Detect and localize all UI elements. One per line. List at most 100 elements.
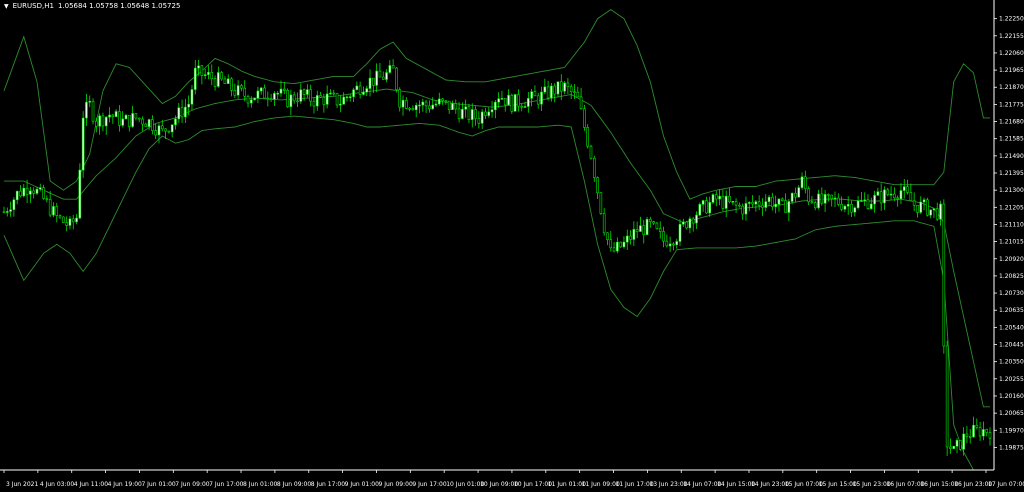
candle-body bbox=[38, 187, 42, 190]
candle-body bbox=[658, 228, 662, 232]
x-tick-label: 8 Jun 09:00 bbox=[277, 481, 311, 488]
candle-body bbox=[876, 191, 880, 196]
candle-body bbox=[160, 125, 164, 130]
candle-body bbox=[853, 207, 857, 213]
candle-body bbox=[447, 100, 451, 111]
candle-body bbox=[395, 67, 398, 90]
candle-body bbox=[223, 78, 227, 84]
candle-body bbox=[955, 440, 959, 447]
candle-body bbox=[968, 436, 972, 438]
candle-body bbox=[391, 65, 395, 69]
x-tick-label: 8 Jun 17:00 bbox=[311, 481, 345, 488]
candle-body bbox=[543, 86, 547, 93]
x-tick-label: 7 Jun 01:00 bbox=[141, 481, 175, 488]
dropdown-arrow-icon[interactable]: ▼ bbox=[4, 3, 9, 10]
candle-body bbox=[668, 243, 672, 247]
candle-body bbox=[137, 117, 141, 120]
candle-body bbox=[688, 218, 692, 229]
x-tick-label: 10 Jun 09:00 bbox=[480, 481, 518, 488]
candle-body bbox=[490, 109, 494, 113]
candle-body bbox=[207, 72, 210, 75]
y-tick-label: 1.20635 bbox=[999, 307, 1024, 314]
candle-body bbox=[556, 81, 560, 95]
candle-body bbox=[480, 111, 484, 124]
candle-body bbox=[352, 89, 355, 97]
price-chart[interactable]: 1.22250 1.22155 1.22060 1.21965 1.21870 1.217… bbox=[0, 0, 1024, 492]
candle-body bbox=[675, 241, 679, 246]
candle-body bbox=[718, 195, 721, 200]
candle-body bbox=[332, 92, 336, 95]
candle-body bbox=[731, 201, 735, 203]
candle-body bbox=[428, 105, 431, 110]
candle-body bbox=[180, 107, 184, 118]
candle-body bbox=[58, 215, 62, 218]
candle-body bbox=[197, 65, 200, 69]
candle-body bbox=[942, 203, 946, 347]
candle-body bbox=[164, 128, 167, 132]
candle-body bbox=[45, 198, 49, 200]
candle-body bbox=[174, 118, 177, 126]
candle-body bbox=[616, 241, 619, 252]
candle-body bbox=[566, 82, 570, 87]
candle-body bbox=[945, 345, 949, 448]
candle-body bbox=[625, 235, 629, 243]
candle-body bbox=[820, 193, 824, 204]
chart-canvas[interactable]: 1.22250 1.22155 1.22060 1.21965 1.21870 1.217… bbox=[0, 0, 1024, 492]
candle-body bbox=[850, 204, 853, 213]
y-tick-label: 1.20160 bbox=[999, 393, 1024, 400]
candle-body bbox=[98, 115, 101, 127]
candle-body bbox=[226, 78, 230, 84]
candle-body bbox=[22, 187, 26, 197]
candle-body bbox=[800, 176, 804, 188]
candle-body bbox=[619, 241, 622, 248]
candle-body bbox=[19, 190, 22, 197]
candle-body bbox=[355, 85, 359, 91]
candle-body bbox=[200, 65, 204, 76]
candle-body bbox=[319, 95, 322, 98]
candle-body bbox=[95, 120, 98, 127]
candle-body bbox=[454, 103, 458, 110]
candle-body bbox=[698, 204, 702, 216]
x-tick-label: 9 Jun 17:00 bbox=[412, 481, 446, 488]
x-tick-label: 14 Jun 15:00 bbox=[717, 481, 755, 488]
candle-body bbox=[935, 208, 939, 220]
candle-body bbox=[780, 198, 784, 201]
ohlc-values: 1.05684 1.05758 1.05648 1.05725 bbox=[57, 2, 181, 10]
candle-body bbox=[12, 199, 16, 210]
candle-body bbox=[695, 214, 698, 224]
candle-body bbox=[365, 88, 369, 93]
candle-body bbox=[754, 201, 758, 205]
candle-body bbox=[546, 86, 550, 99]
x-tick-label: 4 Jun 19:00 bbox=[108, 481, 142, 488]
candle-body bbox=[959, 440, 962, 450]
candle-body bbox=[517, 94, 520, 107]
candle-body bbox=[563, 82, 566, 92]
candle-body bbox=[606, 232, 609, 240]
candle-body bbox=[622, 241, 626, 248]
y-tick-label: 1.21490 bbox=[999, 153, 1024, 160]
candle-body bbox=[131, 113, 134, 127]
y-tick-label: 1.20920 bbox=[999, 256, 1024, 263]
candle-body bbox=[424, 101, 428, 107]
candle-body bbox=[632, 229, 636, 240]
candle-body bbox=[438, 98, 441, 105]
y-tick-label: 1.19875 bbox=[999, 444, 1024, 451]
candle-body bbox=[75, 217, 78, 223]
candle-body bbox=[372, 77, 375, 86]
candle-body bbox=[2, 211, 6, 214]
candle-body bbox=[813, 202, 817, 209]
candle-body bbox=[827, 194, 830, 196]
candle-body bbox=[540, 91, 543, 105]
x-tick-label: 3 Jun 2021 bbox=[6, 481, 38, 488]
candle-body bbox=[846, 204, 850, 207]
candle-body bbox=[682, 221, 685, 225]
candle-body bbox=[635, 229, 639, 232]
candle-body bbox=[461, 108, 464, 119]
candle-body bbox=[761, 204, 764, 208]
candle-body bbox=[187, 103, 190, 108]
candle-body bbox=[777, 198, 781, 205]
candle-body bbox=[401, 99, 405, 108]
candle-body bbox=[315, 95, 319, 107]
candle-body bbox=[32, 190, 35, 194]
candle-body bbox=[243, 87, 247, 97]
